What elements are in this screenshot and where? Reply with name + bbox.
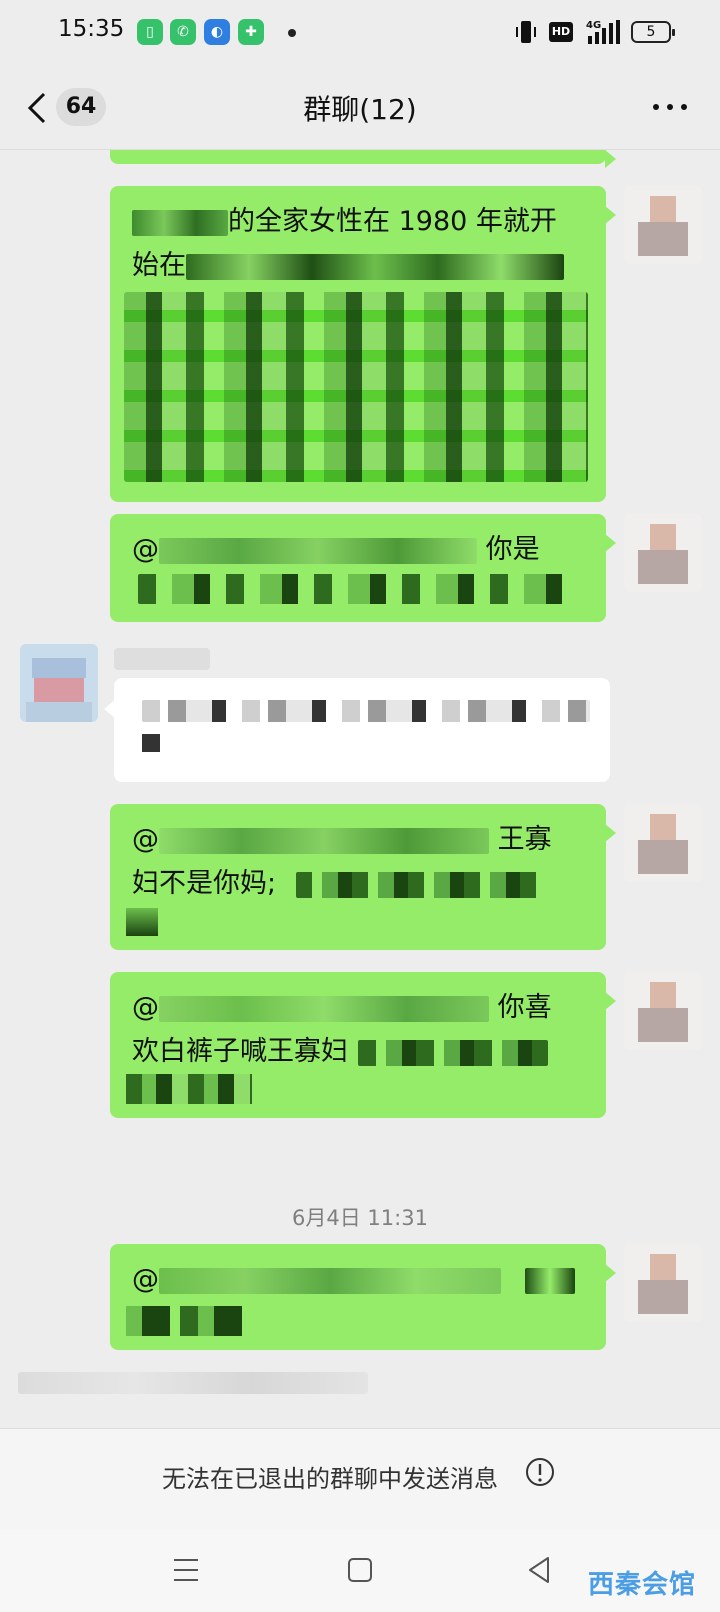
svg-text:4G: 4G — [586, 20, 601, 31]
redacted-block — [138, 574, 578, 604]
status-time: 15:35 — [58, 16, 125, 42]
redacted-block — [142, 700, 590, 722]
back-icon[interactable] — [24, 90, 54, 126]
message-line: 妇不是你妈; — [132, 862, 584, 906]
redacted-text — [525, 1267, 575, 1294]
message-text: @ — [132, 1264, 159, 1295]
chat-header: 64 群聊(12) — [0, 66, 720, 150]
message-line: 始在 — [132, 244, 584, 288]
avatar[interactable] — [624, 514, 702, 592]
message-bubble[interactable]: @ 你喜 欢白裤子喊王寡妇 — [110, 972, 616, 1118]
info-icon[interactable] — [524, 1456, 556, 1488]
avatar[interactable] — [20, 644, 98, 722]
message-line: @ — [132, 1258, 584, 1302]
more-icon[interactable] — [648, 92, 692, 122]
message-text: @ — [132, 534, 159, 565]
status-bar: 15:35 ▯ ✆ ◐ ✚ HD 4G 5 — [0, 0, 720, 66]
redacted-text — [186, 253, 564, 280]
watermark: 西秦会馆 — [588, 1570, 697, 1600]
notification-dot-icon — [288, 29, 296, 37]
message-text: 的全家女性在 1980 年就开 — [228, 206, 557, 237]
partial-message-redacted — [18, 1372, 368, 1394]
redacted-text — [296, 871, 547, 898]
signal-icon: 4G — [586, 20, 620, 44]
exited-group-notice: 无法在已退出的群聊中发送消息 — [0, 1428, 720, 1530]
page-title: 群聊(12) — [303, 93, 417, 126]
timestamp: 6月4日 11:31 — [292, 1206, 428, 1230]
phone-icon: ✆ — [170, 19, 196, 45]
redacted-text — [358, 1039, 548, 1066]
message-text: 欢白裤子喊王寡妇 — [132, 1036, 348, 1067]
browser-icon: ◐ — [204, 19, 230, 45]
unread-count-badge[interactable]: 64 — [56, 88, 106, 126]
message-text: @ — [132, 992, 159, 1023]
message-text: 始在 — [132, 250, 186, 281]
message-bubble[interactable]: @ — [110, 1244, 616, 1350]
avatar[interactable] — [624, 186, 702, 264]
message-line: @ 你喜 — [132, 986, 584, 1030]
notice-text: 无法在已退出的群聊中发送消息 — [162, 1465, 498, 1493]
message-line: 的全家女性在 1980 年就开 — [132, 200, 584, 244]
redacted-text — [159, 995, 489, 1022]
redacted-block — [142, 734, 160, 752]
message-text: @ — [132, 824, 159, 855]
security-icon: ✚ — [238, 19, 264, 45]
message-text: 你喜 — [497, 992, 552, 1023]
redacted-block — [126, 1306, 252, 1336]
redacted-block — [124, 292, 588, 482]
redacted-text — [132, 209, 228, 236]
battery-saver-icon: ▯ — [137, 19, 163, 45]
redacted-block — [126, 1074, 252, 1104]
battery-icon: 5 — [631, 21, 675, 43]
message-bubble[interactable] — [104, 678, 610, 782]
message-bubble[interactable]: @ 王寡 妇不是你妈; — [110, 804, 616, 950]
message-bubble-partial[interactable] — [110, 150, 616, 168]
vibrate-icon — [516, 21, 536, 43]
message-list[interactable]: 的全家女性在 1980 年就开 始在 @ 你是 @ 王寡 妇不是你妈; @ 你喜… — [0, 150, 720, 1428]
redacted-text — [159, 537, 477, 564]
avatar[interactable] — [624, 1244, 702, 1322]
message-line: @ 你是 — [132, 528, 584, 572]
message-bubble[interactable]: @ 你是 — [110, 514, 616, 622]
message-text: 王寡 — [497, 824, 552, 855]
message-bubble[interactable]: 的全家女性在 1980 年就开 始在 — [110, 186, 616, 502]
system-nav-bar: 西秦会馆 — [0, 1530, 720, 1612]
avatar[interactable] — [624, 972, 702, 1050]
hd-icon: HD — [549, 22, 573, 42]
back-triangle-icon[interactable] — [520, 1550, 560, 1590]
redacted-text — [159, 827, 489, 854]
home-icon[interactable] — [340, 1550, 380, 1590]
redacted-text — [159, 1267, 501, 1294]
sender-name-redacted — [114, 648, 210, 670]
message-line: @ 王寡 — [132, 818, 584, 862]
redacted-block — [126, 908, 158, 936]
menu-icon[interactable] — [166, 1550, 206, 1590]
message-text: 妇不是你妈; — [132, 868, 277, 899]
message-text: 你是 — [485, 534, 540, 565]
avatar[interactable] — [624, 804, 702, 882]
message-line: 欢白裤子喊王寡妇 — [132, 1030, 584, 1074]
